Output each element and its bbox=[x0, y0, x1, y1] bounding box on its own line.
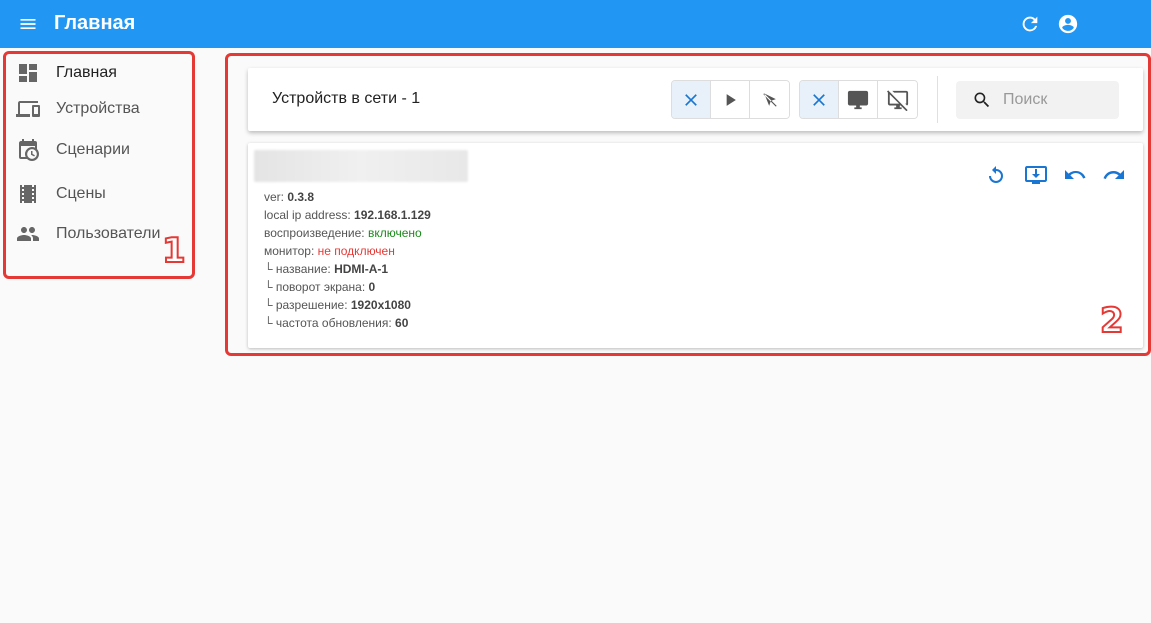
page-title: Главная bbox=[54, 12, 136, 34]
app-bar: Главная bbox=[0, 0, 1151, 48]
refresh-icon[interactable] bbox=[1019, 13, 1041, 35]
menu-icon[interactable] bbox=[18, 14, 38, 34]
annotation-label-2: 2 bbox=[1099, 301, 1125, 341]
annotation-label-1: 1 bbox=[161, 231, 187, 271]
annotation-box-2 bbox=[225, 53, 1151, 356]
account-icon[interactable] bbox=[1057, 13, 1079, 35]
